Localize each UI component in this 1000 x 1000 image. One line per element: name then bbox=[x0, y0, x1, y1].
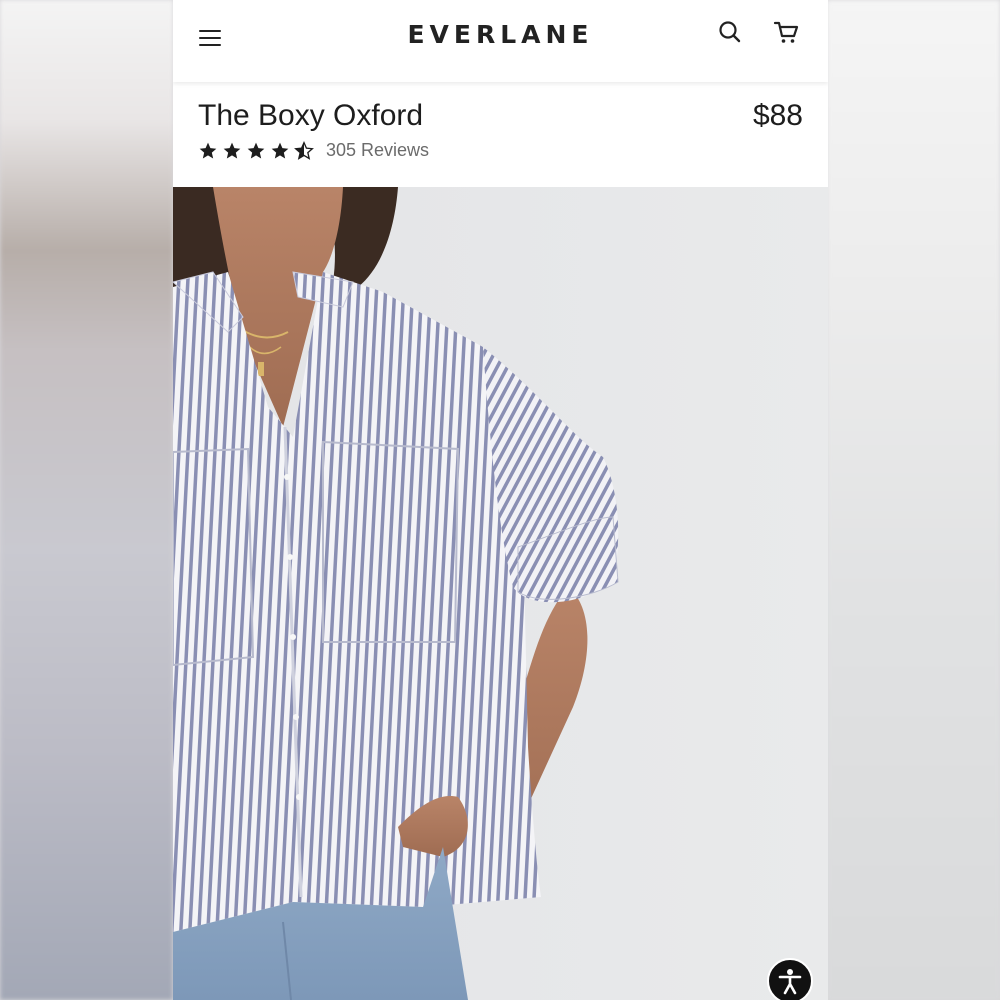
cart-icon[interactable] bbox=[773, 19, 799, 45]
product-header: The Boxy Oxford $88 305 Reviews bbox=[173, 82, 828, 187]
reviews-link[interactable]: 305 Reviews bbox=[326, 140, 429, 161]
top-navbar: EVERLANE bbox=[173, 0, 828, 82]
product-title: The Boxy Oxford bbox=[198, 99, 424, 132]
search-icon[interactable] bbox=[718, 20, 742, 44]
star-full-icon bbox=[271, 142, 289, 158]
rating-row[interactable]: 305 Reviews bbox=[198, 140, 429, 161]
blurred-background-right bbox=[827, 0, 1000, 1000]
star-full-icon bbox=[223, 142, 241, 158]
product-page: EVERLANE The Boxy Oxford $88 305 Reviews bbox=[173, 0, 828, 1000]
blurred-background-left bbox=[0, 0, 173, 1000]
star-rating bbox=[198, 140, 314, 161]
star-full-icon bbox=[247, 142, 265, 158]
star-half-icon bbox=[294, 140, 314, 160]
accessibility-button[interactable] bbox=[767, 958, 813, 1000]
product-price: $88 bbox=[752, 99, 803, 132]
star-full-icon bbox=[199, 142, 217, 158]
hamburger-menu-icon[interactable] bbox=[199, 30, 221, 48]
accessibility-icon bbox=[778, 969, 802, 995]
product-image[interactable] bbox=[173, 187, 828, 1000]
